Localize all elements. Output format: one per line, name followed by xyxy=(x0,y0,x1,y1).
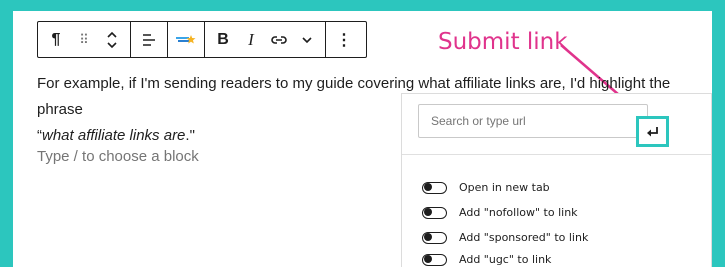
move-up-down-icon[interactable] xyxy=(98,26,126,54)
toggle-switch[interactable] xyxy=(422,181,447,194)
toggle-nofollow[interactable]: Add "nofollow" to link xyxy=(422,206,578,219)
format-group: B I xyxy=(205,22,326,57)
popover-divider xyxy=(402,154,711,155)
block-placeholder[interactable]: Type / to choose a block xyxy=(37,148,199,165)
toggle-label: Add "sponsored" to link xyxy=(459,231,589,244)
url-search-input[interactable] xyxy=(419,105,647,137)
toggle-sponsored[interactable]: Add "sponsored" to link xyxy=(422,231,588,244)
block-toolbar: ¶ ⠿ B I ⋮ xyxy=(37,21,367,58)
enter-icon xyxy=(646,126,658,136)
italic-button[interactable]: I xyxy=(237,26,265,54)
toggle-switch[interactable] xyxy=(422,253,447,266)
submit-link-annotation: Submit link xyxy=(438,29,568,55)
align-group xyxy=(131,22,168,57)
shooting-star-icon[interactable] xyxy=(172,26,200,54)
chevron-down-icon[interactable] xyxy=(293,26,321,54)
submit-link-button[interactable] xyxy=(636,116,669,147)
toggle-switch[interactable] xyxy=(422,206,447,219)
link-icon[interactable] xyxy=(265,26,293,54)
toggle-label: Add "nofollow" to link xyxy=(459,206,578,219)
link-popover: Open in new tab Add "nofollow" to link A… xyxy=(401,93,712,267)
quote-close: ." xyxy=(185,127,195,144)
toggle-label: Open in new tab xyxy=(459,181,550,194)
toggle-ugc[interactable]: Add "ugc" to link xyxy=(422,253,551,266)
align-left-icon[interactable] xyxy=(135,26,163,54)
paragraph-block-icon[interactable]: ¶ xyxy=(42,26,70,54)
toggle-open-new-tab[interactable]: Open in new tab xyxy=(422,181,550,194)
block-switcher-group: ¶ ⠿ xyxy=(38,22,131,57)
bold-button[interactable]: B xyxy=(209,26,237,54)
annotation-label: Submit link xyxy=(438,29,568,55)
more-options-icon[interactable]: ⋮ xyxy=(330,26,358,54)
drag-handle-icon[interactable]: ⠿ xyxy=(70,26,98,54)
url-input-wrapper xyxy=(418,104,648,138)
highlighted-phrase[interactable]: what affiliate links are xyxy=(42,127,185,144)
editor-canvas: ¶ ⠿ B I ⋮ Submit link For example, if I'… xyxy=(13,11,712,267)
toggle-switch[interactable] xyxy=(422,231,447,244)
plugin-group xyxy=(168,22,205,57)
toggle-label: Add "ugc" to link xyxy=(459,253,552,266)
options-group: ⋮ xyxy=(326,22,362,57)
